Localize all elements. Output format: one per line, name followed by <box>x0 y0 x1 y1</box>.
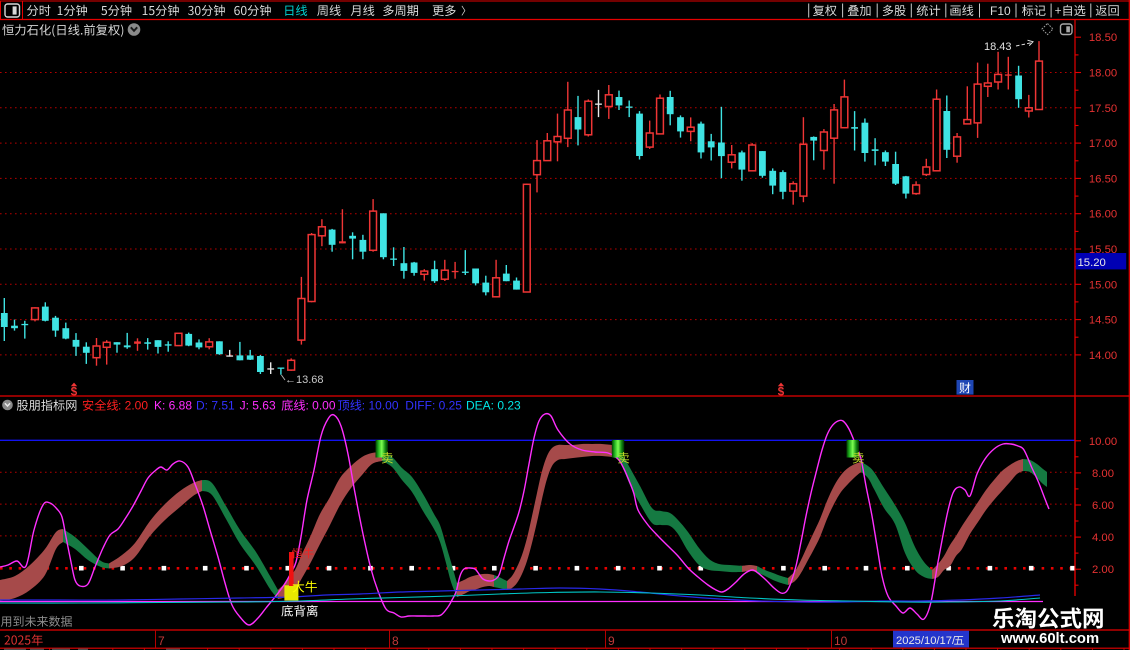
svg-text:14.50: 14.50 <box>1089 315 1117 327</box>
svg-text:: 0.00: : 0.00 <box>306 399 336 413</box>
svg-text:16.50: 16.50 <box>1089 173 1117 185</box>
svg-text:18.00: 18.00 <box>1089 68 1117 80</box>
svg-text:4.00: 4.00 <box>1092 532 1114 544</box>
svg-text:2.00: 2.00 <box>1092 564 1114 576</box>
svg-text:10: 10 <box>834 634 848 648</box>
svg-text:16.00: 16.00 <box>1089 209 1117 221</box>
svg-text:17.50: 17.50 <box>1089 103 1117 115</box>
svg-text:8: 8 <box>392 634 399 648</box>
svg-text:D: 7.51: D: 7.51 <box>196 399 235 413</box>
svg-text:: 2.00: : 2.00 <box>118 399 148 413</box>
svg-text:10.00: 10.00 <box>1089 436 1117 448</box>
svg-text:$: $ <box>71 387 78 399</box>
svg-text:7: 7 <box>158 634 165 648</box>
svg-text:9: 9 <box>608 634 615 648</box>
svg-text:6.00: 6.00 <box>1092 500 1114 512</box>
svg-text:←13.68: ←13.68 <box>285 374 324 386</box>
svg-text:8.00: 8.00 <box>1092 468 1114 480</box>
svg-text:$: $ <box>778 387 785 399</box>
svg-text:F10: F10 <box>990 4 1011 18</box>
svg-text:18.43: 18.43 <box>984 41 1012 53</box>
svg-text:DEA: 0.23: DEA: 0.23 <box>466 399 521 413</box>
svg-text:K: 6.88: K: 6.88 <box>154 399 192 413</box>
svg-text:14.00: 14.00 <box>1089 350 1117 362</box>
svg-text:www.60lt.com: www.60lt.com <box>1000 631 1099 647</box>
svg-text:17.00: 17.00 <box>1089 138 1117 150</box>
svg-text:15.00: 15.00 <box>1089 279 1117 291</box>
svg-text:15.20: 15.20 <box>1078 257 1106 269</box>
svg-text:18.50: 18.50 <box>1089 32 1117 44</box>
svg-text:J: 5.63: J: 5.63 <box>240 399 276 413</box>
svg-text:2025/10/17/: 2025/10/17/ <box>896 635 956 647</box>
svg-text:: 10.00: : 10.00 <box>362 399 399 413</box>
svg-text:DIFF: 0.25: DIFF: 0.25 <box>405 399 462 413</box>
